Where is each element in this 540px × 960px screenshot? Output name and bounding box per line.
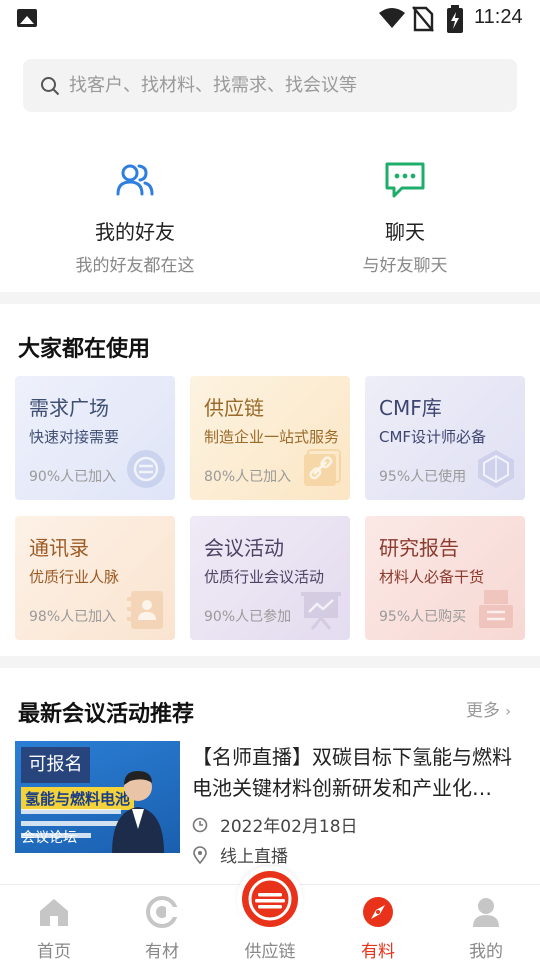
- presentation-icon: [301, 592, 341, 630]
- supply-chain-icon: [242, 871, 298, 927]
- section-divider: [0, 656, 540, 668]
- section-divider: [0, 292, 540, 304]
- speaker-photo: [112, 771, 164, 853]
- card-subtitle: 制造企业一站式服务: [204, 428, 340, 446]
- chat-title: 聊天: [385, 220, 425, 244]
- card-stat: 95%人已使用: [379, 469, 467, 485]
- my-friends-subtitle: 我的好友都在这: [75, 256, 195, 276]
- tab-home[interactable]: 首页: [0, 885, 108, 960]
- card-title: 会议活动: [204, 536, 284, 560]
- card-subtitle: 优质行业会议活动: [204, 568, 325, 586]
- event-date-row: 2022年02月18日: [192, 812, 358, 837]
- card-stat: 90%人已参加: [204, 609, 292, 625]
- tab-label: 首页: [37, 942, 71, 960]
- card-contacts[interactable]: 通讯录 优质行业人脉 98%人已加入: [15, 516, 175, 640]
- tab-label: 有材: [145, 942, 179, 960]
- demand-icon: [127, 450, 165, 488]
- chat-subtitle: 与好友聊天: [362, 256, 448, 276]
- event-location: 线上直播: [220, 847, 288, 867]
- search-icon: [41, 77, 60, 96]
- chat-icon: [270, 160, 540, 206]
- card-stat: 90%人已加入: [29, 469, 117, 485]
- battery-charging-icon: [447, 5, 463, 33]
- card-subtitle: 材料人必备干货: [379, 568, 485, 586]
- search-input[interactable]: [69, 59, 499, 112]
- tab-material[interactable]: 有材: [108, 885, 216, 960]
- no-sim-icon: [412, 6, 434, 32]
- event-date: 2022年02月18日: [220, 817, 358, 837]
- home-icon: [40, 899, 68, 926]
- friends-icon: [0, 160, 270, 206]
- link-icon: [304, 449, 341, 486]
- wifi-icon: [379, 8, 405, 28]
- clock-time: 11:24: [474, 6, 523, 28]
- card-title: 通讯录: [29, 536, 89, 560]
- my-friends-entry[interactable]: 我的好友 我的好友都在这: [0, 160, 270, 276]
- material-icon: [146, 896, 178, 928]
- more-link[interactable]: 更多 ›: [466, 696, 511, 721]
- chevron-right-icon: ›: [505, 704, 512, 720]
- card-stat: 80%人已加入: [204, 469, 292, 485]
- contacts-icon: [127, 591, 163, 629]
- card-demand-square[interactable]: 需求广场 快速对接需要 90%人已加入: [15, 376, 175, 500]
- profile-icon: [473, 898, 499, 927]
- status-bar: 11:24: [0, 0, 540, 38]
- card-stat: 98%人已加入: [29, 609, 117, 625]
- card-subtitle: 优质行业人脉: [29, 568, 120, 586]
- card-subtitle: 快速对接需要: [29, 428, 120, 446]
- chat-entry[interactable]: 聊天 与好友聊天: [270, 160, 540, 276]
- popular-section-title: 大家都在使用: [18, 337, 151, 362]
- card-title: 研究报告: [379, 536, 459, 560]
- tab-label: 供应链: [244, 942, 296, 960]
- card-meetings[interactable]: 会议活动 优质行业会议活动 90%人已参加: [190, 516, 350, 640]
- event-title[interactable]: 【名师直播】双碳目标下氢能与燃料电池关键材料创新研发和产业化…: [192, 742, 524, 804]
- card-title: CMF库: [379, 396, 442, 420]
- tab-profile[interactable]: 我的: [432, 885, 540, 960]
- tab-label: 我的: [469, 942, 503, 960]
- event-location-row: 线上直播: [192, 842, 288, 867]
- tab-label: 有料: [361, 942, 395, 960]
- event-thumbnail[interactable]: 可报名 氢能与燃料电池 会议论坛: [15, 741, 180, 853]
- clock-icon: [192, 817, 208, 832]
- events-section-title: 最新会议活动推荐: [18, 702, 195, 727]
- card-subtitle: CMF设计师必备: [379, 428, 487, 446]
- card-stat: 95%人已购买: [379, 609, 467, 625]
- supply-chain-center-button[interactable]: [237, 866, 303, 932]
- search-bar[interactable]: [23, 59, 517, 112]
- more-label: 更多: [466, 701, 500, 721]
- tab-youliao[interactable]: 有料: [324, 885, 432, 960]
- card-research-report[interactable]: 研究报告 材料人必备干货 95%人已购买: [365, 516, 525, 640]
- card-supply-chain[interactable]: 供应链 制造企业一站式服务 80%人已加入: [190, 376, 350, 500]
- my-friends-title: 我的好友: [95, 220, 175, 244]
- location-pin-icon: [193, 845, 207, 864]
- registration-badge: 可报名: [21, 747, 90, 783]
- image-notification-icon: [17, 9, 37, 27]
- thumbnail-footer: 会议论坛: [21, 830, 77, 846]
- gem-icon: [478, 450, 514, 488]
- compass-icon: [363, 897, 393, 927]
- card-title: 需求广场: [29, 396, 109, 420]
- report-icon: [479, 590, 513, 628]
- card-cmf-library[interactable]: CMF库 CMF设计师必备 95%人已使用: [365, 376, 525, 500]
- card-title: 供应链: [204, 396, 264, 420]
